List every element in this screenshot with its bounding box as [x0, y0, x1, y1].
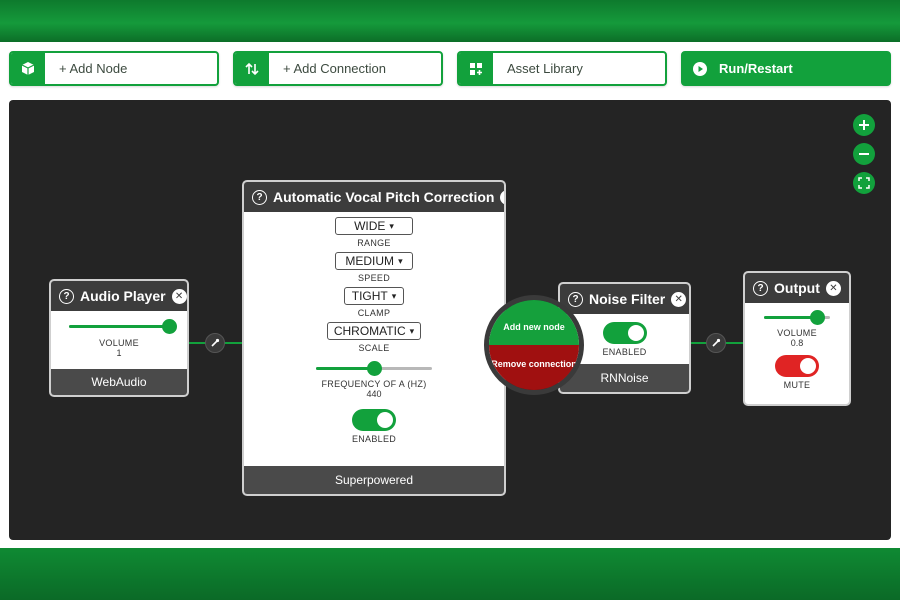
clamp-label: CLAMP: [357, 308, 391, 318]
cube-icon: [11, 53, 45, 84]
range-select[interactable]: WIDE ▾: [335, 217, 413, 235]
minus-icon: [859, 153, 869, 155]
remove-connection-option[interactable]: Remove connection: [489, 345, 579, 390]
slider-thumb[interactable]: [367, 361, 382, 376]
volume-slider[interactable]: [69, 319, 177, 334]
toggle-knob: [377, 412, 393, 428]
volume-label: VOLUME: [777, 328, 817, 338]
connection-settings-button[interactable]: [706, 333, 726, 353]
asset-library-label: Asset Library: [507, 61, 583, 76]
clamp-select[interactable]: TIGHT ▾: [344, 287, 404, 305]
speed-value: MEDIUM: [345, 254, 395, 268]
node-engine-label: WebAudio: [51, 369, 187, 395]
scale-select[interactable]: CHROMATIC ▾: [327, 322, 421, 340]
range-value: WIDE: [354, 219, 386, 233]
add-connection-button[interactable]: + Add Connection: [233, 51, 443, 86]
chevron-down-icon: ▾: [391, 290, 397, 301]
node-header[interactable]: ? Audio Player ✕: [51, 281, 187, 311]
bottom-banner: [0, 548, 900, 600]
node-header[interactable]: ? Automatic Vocal Pitch Correction ✕: [244, 182, 504, 212]
output-node[interactable]: ? Output ✕ VOLUME 0.8 MUTE: [743, 271, 851, 406]
help-icon[interactable]: ?: [59, 288, 74, 304]
close-icon[interactable]: ✕: [826, 280, 841, 296]
volume-label: VOLUME: [99, 338, 139, 348]
close-icon[interactable]: ✕: [671, 291, 687, 307]
frequency-value: 440: [366, 389, 382, 399]
chevron-down-icon: ▾: [389, 220, 394, 231]
add-new-node-option[interactable]: Add new node: [489, 300, 579, 345]
toggle-knob: [800, 358, 816, 374]
node-title: Automatic Vocal Pitch Correction: [273, 189, 495, 205]
slider-thumb[interactable]: [162, 319, 177, 334]
wrench-icon: [712, 338, 721, 347]
volume-slider[interactable]: [764, 310, 830, 325]
node-title: Noise Filter: [589, 291, 666, 307]
node-engine-label: RNNoise: [560, 364, 689, 392]
node-title: Audio Player: [80, 288, 166, 304]
scale-value: CHROMATIC: [333, 324, 406, 338]
node-header[interactable]: ? Noise Filter ✕: [560, 284, 689, 314]
grid-plus-icon: [459, 53, 493, 84]
chevron-down-icon: ▾: [409, 325, 415, 336]
help-icon[interactable]: ?: [252, 189, 267, 205]
volume-value: 0.8: [790, 338, 804, 348]
play-icon: [683, 53, 717, 84]
close-icon[interactable]: ✕: [171, 288, 187, 304]
slider-thumb[interactable]: [809, 310, 825, 325]
enabled-label: ENABLED: [351, 434, 397, 444]
frequency-label: FREQUENCY OF A (HZ): [321, 379, 427, 389]
toggle-knob: [627, 325, 644, 341]
node-title: Output: [774, 280, 820, 296]
frequency-slider[interactable]: [316, 361, 432, 376]
speed-select[interactable]: MEDIUM ▾: [335, 252, 413, 270]
zoom-in-button[interactable]: [853, 114, 875, 136]
fullscreen-icon: [858, 177, 870, 189]
help-icon[interactable]: ?: [753, 280, 768, 296]
enabled-toggle[interactable]: [602, 322, 647, 344]
wrench-icon: [211, 338, 220, 347]
zoom-out-button[interactable]: [853, 143, 875, 165]
add-node-button[interactable]: + Add Node: [9, 51, 219, 86]
pitch-correction-node[interactable]: ? Automatic Vocal Pitch Correction ✕ WID…: [242, 180, 506, 496]
mute-toggle[interactable]: [775, 355, 819, 377]
range-label: RANGE: [357, 238, 391, 248]
add-node-label: + Add Node: [59, 61, 128, 76]
top-banner: [0, 0, 900, 42]
help-icon[interactable]: ?: [568, 291, 583, 307]
run-restart-label: Run/Restart: [719, 61, 793, 76]
node-header[interactable]: ? Output ✕: [745, 273, 849, 303]
node-engine-label: Superpowered: [244, 466, 504, 494]
chevron-down-icon: ▾: [398, 255, 403, 266]
add-connection-label: + Add Connection: [283, 61, 386, 76]
fit-view-button[interactable]: [853, 172, 875, 194]
run-restart-button[interactable]: Run/Restart: [681, 51, 891, 86]
audio-player-node[interactable]: ? Audio Player ✕ VOLUME 1 WebAudio: [49, 279, 189, 397]
clamp-value: TIGHT: [351, 289, 388, 303]
swap-arrows-icon: [235, 53, 269, 84]
scale-label: SCALE: [358, 343, 390, 353]
speed-label: SPEED: [357, 273, 390, 283]
close-icon[interactable]: ✕: [500, 189, 504, 205]
mute-label: MUTE: [783, 380, 811, 390]
connection-radial-menu[interactable]: Add new node Remove connection: [484, 295, 584, 395]
plus-icon: [859, 120, 869, 130]
enabled-toggle[interactable]: [352, 409, 396, 431]
asset-library-button[interactable]: Asset Library: [457, 51, 667, 86]
connection-settings-button[interactable]: [205, 333, 225, 353]
volume-value: 1: [116, 348, 122, 358]
